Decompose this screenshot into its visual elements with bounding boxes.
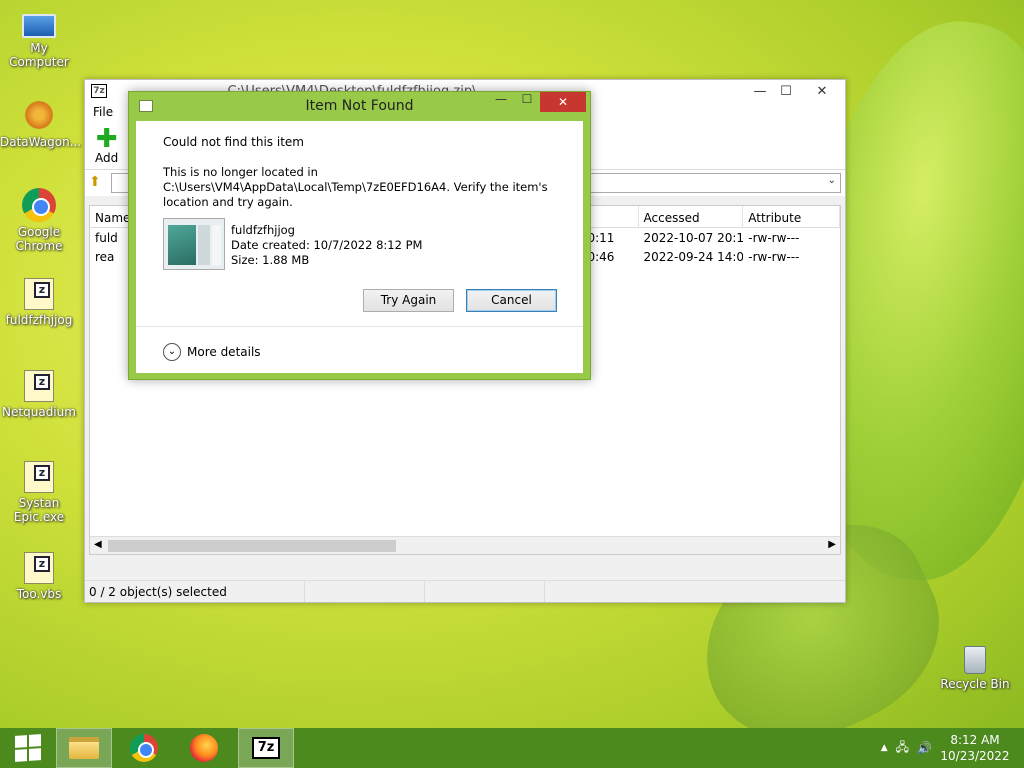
dialog-heading: Could not find this item [163,135,304,149]
7zip-archive-icon: z [24,370,54,402]
more-details-label: More details [187,345,261,359]
file-name: fuldfzfhjjog [231,223,295,237]
taskbar: 7z ▲ 🖧 🔊 8:12 AM 10/23/2022 [0,728,1024,768]
dialog-maximize-button[interactable]: ☐ [514,92,540,110]
clock-time: 8:12 AM [950,733,1000,747]
chrome-icon [22,188,56,222]
close-button[interactable]: ✕ [799,84,845,99]
desktop-icon-label: fuldfzfhjjog [5,313,73,327]
windows-logo-icon [15,734,41,762]
file-thumbnail [163,218,225,270]
row-accessed: 2022-09-24 14:05 [643,249,744,264]
taskbar-firefox[interactable] [176,728,232,768]
taskbar-7zip[interactable]: 7z [238,728,294,768]
status-bar: 0 / 2 object(s) selected [85,580,845,602]
7zip-icon: 7z [252,737,280,759]
7zip-archive-icon: z [24,278,54,310]
desktop-icon-netquadium[interactable]: z Netquadium [0,370,78,419]
taskbar-file-explorer[interactable] [56,728,112,768]
computer-icon [22,14,56,38]
chevron-down-icon: ⌄ [163,343,181,361]
file-size: Size: 1.88 MB [231,253,310,267]
dialog-minimize-button[interactable]: — [488,92,514,110]
status-text: 0 / 2 object(s) selected [85,581,305,602]
chrome-icon [130,734,158,762]
desktop-icon-label: Netquadium [2,405,76,419]
clock-date: 10/23/2022 [940,749,1010,763]
7zip-logo-icon: 7z [91,84,107,98]
file-info: fuldfzfhjjog Date created: 10/7/2022 8:1… [231,223,422,268]
desktop-icon-chrome[interactable]: Google Chrome [0,188,78,253]
divider [136,326,583,327]
chevron-down-icon[interactable]: ⌄ [828,175,836,186]
try-again-button[interactable]: Try Again [363,289,454,312]
scroll-right-icon[interactable]: ▶ [828,539,836,550]
start-button[interactable] [0,728,56,768]
desktop-icon-too-vbs[interactable]: z Too.vbs [0,552,78,601]
add-button[interactable]: ✚ Add [95,124,119,165]
recycle-bin-icon [964,646,986,674]
desktop-icon-label: Google Chrome [15,225,63,253]
desktop-icon-label: DataWagon... [0,135,82,149]
menu-file[interactable]: File [93,105,113,119]
desktop-icon-label: Systan Epic.exe [13,496,65,524]
minimize-button[interactable]: — [747,84,773,99]
horizontal-scrollbar[interactable]: ◀ ▶ [90,536,840,554]
folder-icon [69,737,99,759]
column-attributes[interactable]: Attribute [743,206,840,227]
show-hidden-icons-icon[interactable]: ▲ [881,743,888,753]
firefox-icon [190,734,218,762]
desktop-icon-label: Recycle Bin [940,677,1010,691]
scroll-thumb[interactable] [108,540,396,552]
folder-up-icon[interactable]: ⬆ [89,174,107,192]
7zip-archive-icon: z [24,552,54,584]
network-icon[interactable]: 🖧 [896,738,909,759]
item-not-found-dialog[interactable]: Item Not Found — ☐ ✕ Could not find this… [128,91,591,380]
desktop-icon-fuldfzfhjjog[interactable]: z fuldfzfhjjog [0,278,78,327]
taskbar-chrome[interactable] [116,728,172,768]
desktop-icon-label: Too.vbs [16,587,62,601]
dialog-body: Could not find this item This is no long… [136,121,583,373]
scroll-left-icon[interactable]: ◀ [94,539,102,550]
datawagon-icon [22,98,56,132]
plus-icon: ✚ [95,124,118,154]
file-date-created: Date created: 10/7/2022 8:12 PM [231,238,423,252]
desktop-icon-datawagon[interactable]: DataWagon... [0,98,82,149]
desktop-icon-my-computer[interactable]: My Computer [0,8,78,69]
more-details-toggle[interactable]: ⌄ More details [163,343,261,361]
row-attributes: -rw-rw--- [748,230,800,245]
7zip-archive-icon: z [24,461,54,493]
system-tray: ▲ 🖧 🔊 8:12 AM 10/23/2022 [881,728,1024,768]
row-attributes: -rw-rw--- [748,249,800,264]
desktop-icon-recycle-bin[interactable]: Recycle Bin [936,646,1014,691]
row-accessed: 2022-10-07 20:11 [643,230,744,245]
dialog-titlebar[interactable]: Item Not Found — ☐ ✕ [129,92,590,120]
dialog-message: This is no longer located in C:\Users\VM… [163,165,548,209]
dialog-close-button[interactable]: ✕ [540,92,586,112]
desktop-icon-label: My Computer [9,41,69,69]
volume-icon[interactable]: 🔊 [917,741,932,755]
desktop-icon-systan-epic[interactable]: z Systan Epic.exe [0,461,78,524]
column-accessed[interactable]: Accessed [639,206,744,227]
add-label: Add [95,151,119,165]
clock[interactable]: 8:12 AM 10/23/2022 [940,732,1010,764]
maximize-button[interactable]: ☐ [773,84,799,99]
cancel-button[interactable]: Cancel [466,289,557,312]
